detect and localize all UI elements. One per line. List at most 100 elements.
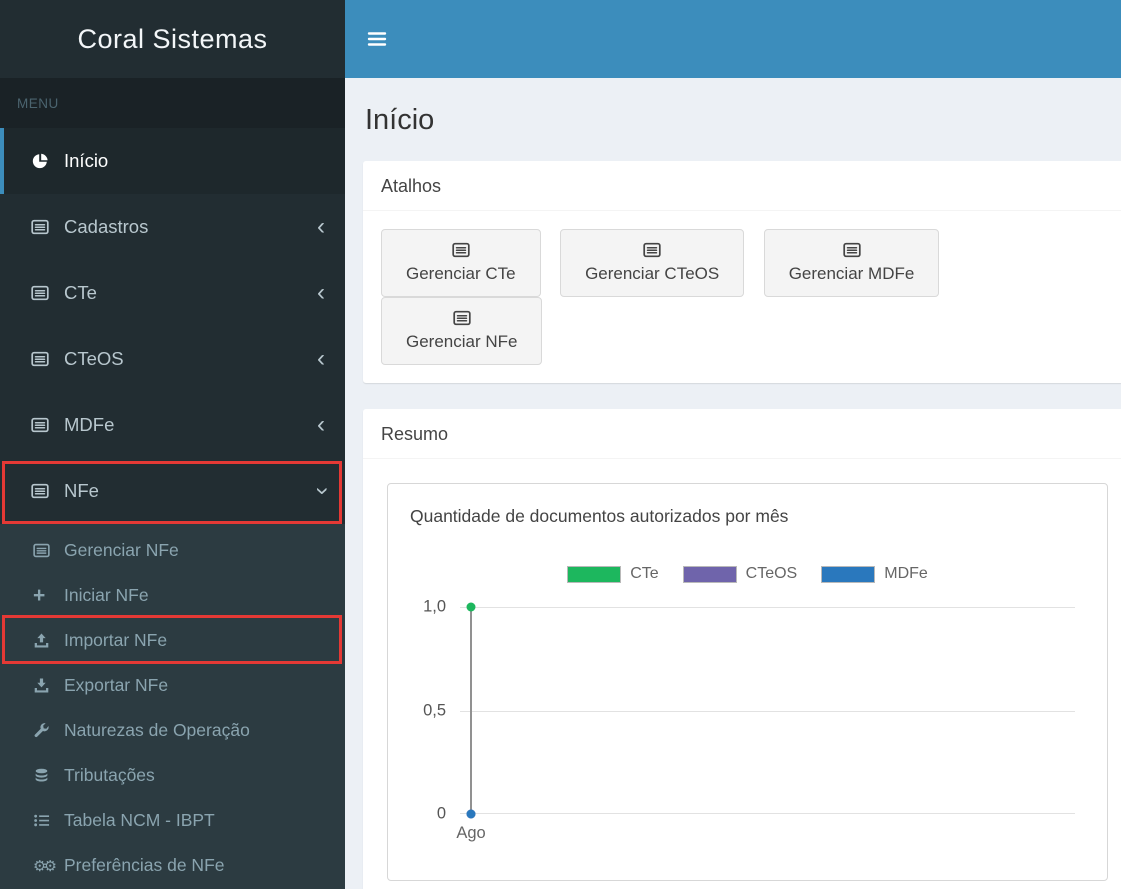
submenu-item-label: Preferências de NFe <box>64 855 225 875</box>
content-area: Início Atalhos Gerenciar CTe Gerenciar C… <box>345 78 1121 889</box>
list-alt-icon <box>453 309 471 327</box>
gridline <box>460 607 1075 608</box>
menu-section-header: MENU <box>0 78 345 128</box>
submenu-item-importar-nfe[interactable]: Importar NFe <box>0 618 345 663</box>
y-tick-label: 1,0 <box>423 597 446 616</box>
submenu-item-label: Exportar NFe <box>64 675 169 695</box>
gerenciar-nfe-button[interactable]: Gerenciar NFe <box>381 297 543 365</box>
main-area: Início Atalhos Gerenciar CTe Gerenciar C… <box>345 0 1121 889</box>
gerenciar-cteos-button[interactable]: Gerenciar CTeOS <box>560 229 745 297</box>
button-label: Gerenciar NFe <box>406 332 518 351</box>
button-label: Gerenciar CTe <box>406 264 516 283</box>
submenu-item-label: Importar NFe <box>64 630 168 650</box>
x-tick-label: Ago <box>456 824 486 842</box>
sidebar-item-inicio[interactable]: Início <box>0 128 345 194</box>
chart-y-axis: 1,0 0,5 0 <box>404 598 460 823</box>
chart-legend: CTe CTeOS MDFe <box>404 565 1091 583</box>
chart-title: Quantidade de documentos autorizados por… <box>410 506 789 526</box>
sidebar-item-cteos[interactable]: CTeOS ‹ <box>0 326 345 392</box>
gerenciar-mdfe-button[interactable]: Gerenciar MDFe <box>763 229 940 297</box>
brand[interactable]: Coral Sistemas <box>0 0 345 78</box>
legend-label: MDFe <box>884 565 928 582</box>
legend-item-cteos: CTeOS <box>682 565 798 583</box>
sidebar-item-label: Início <box>64 150 109 171</box>
hamburger-menu-button[interactable] <box>351 0 403 78</box>
summary-box-title: Resumo <box>363 409 1121 459</box>
submenu-item-tabela-ncm-ibpt[interactable]: Tabela NCM - IBPT <box>0 798 345 843</box>
documents-chart-card: Quantidade de documentos autorizados por… <box>387 483 1108 881</box>
gerenciar-cte-button[interactable]: Gerenciar CTe <box>381 229 541 297</box>
list-alt-icon <box>31 416 64 434</box>
summary-box-body: Quantidade de documentos autorizados por… <box>363 459 1121 889</box>
ago-axis-line <box>470 607 472 814</box>
button-label: Gerenciar MDFe <box>788 264 915 283</box>
chevron-left-icon: ‹ <box>317 213 325 240</box>
gears-icon: ⚙⚙ <box>33 857 57 875</box>
submenu-item-exportar-nfe[interactable]: Exportar NFe <box>0 663 345 708</box>
wrench-icon <box>33 722 64 739</box>
chevron-left-icon: ‹ <box>317 279 325 306</box>
sidebar: Coral Sistemas MENU Início Cadastros ‹ C… <box>0 0 345 889</box>
submenu-item-preferencias-de-nfe[interactable]: ⚙⚙ Preferências de NFe <box>0 843 345 888</box>
list-alt-icon <box>31 350 64 368</box>
shortcuts-box-body: Gerenciar CTe Gerenciar CTeOS Gerenciar … <box>363 211 1121 383</box>
sidebar-item-label: NFe <box>64 480 99 501</box>
legend-item-cte: CTe <box>567 565 659 583</box>
sidebar-item-label: CTe <box>64 282 97 303</box>
list-ul-icon <box>33 812 64 829</box>
chart-canvas <box>460 602 1075 819</box>
cteos-legend-swatch <box>682 565 737 583</box>
pie-chart-icon <box>31 152 64 170</box>
legend-item-mdfe: MDFe <box>821 565 928 583</box>
submenu-item-label: Tributações <box>64 765 155 785</box>
submenu-item-label: Gerenciar NFe <box>64 540 179 560</box>
button-label: Gerenciar CTeOS <box>585 264 720 283</box>
sidebar-item-cadastros[interactable]: Cadastros ‹ <box>0 194 345 260</box>
submenu-item-naturezas-de-operacao[interactable]: Naturezas de Operação <box>0 708 345 753</box>
submenu-item-label: Tabela NCM - IBPT <box>64 810 215 830</box>
chevron-left-icon: ‹ <box>317 411 325 438</box>
sidebar-item-label: Cadastros <box>64 216 149 237</box>
download-icon <box>33 677 64 694</box>
plus-icon: + <box>33 584 46 607</box>
list-alt-icon <box>31 218 64 236</box>
cte-legend-swatch <box>567 565 622 583</box>
chart-x-axis: Ago <box>456 814 1091 846</box>
upload-icon <box>33 632 64 649</box>
sidebar-menu: Início Cadastros ‹ CTe ‹ CTeOS ‹ MDFe ‹ <box>0 128 345 889</box>
gridline <box>460 710 1075 712</box>
y-tick-label: 0 <box>436 804 446 823</box>
y-tick-label: 0,5 <box>423 701 446 719</box>
sidebar-item-nfe[interactable]: NFe ‹ <box>0 458 345 524</box>
sidebar-item-label: CTeOS <box>64 348 124 369</box>
cte-data-point <box>466 602 476 612</box>
list-alt-icon <box>31 482 64 500</box>
legend-label: CTe <box>630 565 659 582</box>
hamburger-icon <box>367 31 387 47</box>
nfe-submenu: Gerenciar NFe + Iniciar NFe Importar NFe… <box>0 524 345 889</box>
list-alt-icon <box>33 542 64 559</box>
sidebar-item-mdfe[interactable]: MDFe ‹ <box>0 392 345 458</box>
shortcuts-box: Atalhos Gerenciar CTe Gerenciar CTeOS Ge… <box>363 161 1121 383</box>
list-alt-icon <box>643 241 661 259</box>
chart-plot-area: 1,0 0,5 0 <box>404 598 1091 823</box>
page-title: Início <box>365 104 435 136</box>
submenu-item-gerenciar-nfe[interactable]: Gerenciar NFe <box>0 528 345 573</box>
legend-label: CTeOS <box>745 565 798 582</box>
sidebar-item-label: MDFe <box>64 414 115 435</box>
list-alt-icon <box>843 241 861 259</box>
sidebar-item-cte[interactable]: CTe ‹ <box>0 260 345 326</box>
submenu-item-tributacoes[interactable]: Tributações <box>0 753 345 798</box>
submenu-item-label: Naturezas de Operação <box>64 720 250 740</box>
app-window: Coral Sistemas MENU Início Cadastros ‹ C… <box>0 0 1121 889</box>
summary-box: Resumo Quantidade de documentos autoriza… <box>363 409 1121 889</box>
mdfe-legend-swatch <box>821 565 876 583</box>
chevron-down-icon: ‹ <box>307 487 334 495</box>
chevron-left-icon: ‹ <box>317 345 325 372</box>
list-alt-icon <box>31 284 64 302</box>
topbar <box>345 0 1121 78</box>
submenu-item-label: Iniciar NFe <box>64 585 149 605</box>
coins-icon <box>33 767 64 784</box>
shortcuts-box-title: Atalhos <box>363 161 1121 211</box>
submenu-item-iniciar-nfe[interactable]: + Iniciar NFe <box>0 573 345 618</box>
